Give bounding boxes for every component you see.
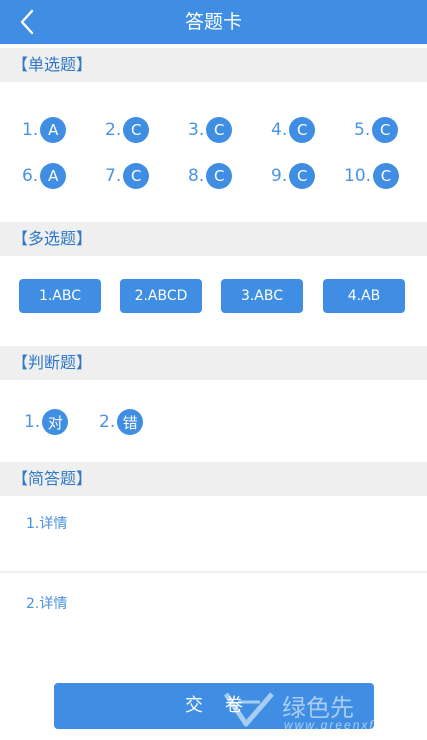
header-bar: 答题卡 xyxy=(0,0,427,44)
single-answer-1[interactable]: 1. A xyxy=(22,116,67,144)
question-number: 5. xyxy=(354,120,371,140)
question-number: 7. xyxy=(105,166,122,186)
section-single-heading: 【单选题】 xyxy=(0,48,427,82)
single-answer-8[interactable]: 8. C xyxy=(188,162,233,190)
multi-answer-3[interactable]: 3.ABC xyxy=(221,279,303,313)
section-short-heading: 【简答题】 xyxy=(0,462,427,496)
answer-badge: A xyxy=(40,117,67,143)
multi-answer-1[interactable]: 1.ABC xyxy=(19,279,101,313)
question-number: 6. xyxy=(22,166,39,186)
section-multi-heading: 【多选题】 xyxy=(0,222,427,256)
answer-badge: C xyxy=(123,117,150,143)
page-title: 答题卡 xyxy=(184,11,242,33)
answer-badge: 错 xyxy=(117,409,144,435)
single-answer-2[interactable]: 2. C xyxy=(105,116,150,144)
question-number: 4. xyxy=(271,120,288,140)
short-answer-1-link[interactable]: 1.详情 xyxy=(26,513,67,533)
answer-badge: C xyxy=(206,117,233,143)
answer-badge: C xyxy=(206,163,233,189)
single-answer-10[interactable]: 10. C xyxy=(344,162,400,190)
watermark: 绿色先 www.greenxf xyxy=(214,682,427,740)
answer-badge: C xyxy=(289,117,316,143)
single-answer-5[interactable]: 5. C xyxy=(354,116,399,144)
question-number: 9. xyxy=(271,166,288,186)
watermark-logo-icon xyxy=(224,692,274,727)
single-answer-3[interactable]: 3. C xyxy=(188,116,233,144)
answer-badge: C xyxy=(289,163,316,189)
single-answer-4[interactable]: 4. C xyxy=(271,116,316,144)
answer-badge: A xyxy=(40,163,67,189)
single-answer-7[interactable]: 7. C xyxy=(105,162,150,190)
answer-badge: C xyxy=(123,163,150,189)
answer-badge: 对 xyxy=(42,409,69,435)
question-number: 3. xyxy=(188,120,205,140)
multi-answer-2[interactable]: 2.ABCD xyxy=(120,279,202,313)
answer-badge: C xyxy=(372,117,399,143)
single-answer-6[interactable]: 6. A xyxy=(22,162,67,190)
single-answer-9[interactable]: 9. C xyxy=(271,162,316,190)
question-number: 1. xyxy=(24,412,41,432)
question-number: 2. xyxy=(105,120,122,140)
judge-answer-2[interactable]: 2. 错 xyxy=(99,408,144,436)
question-number: 10. xyxy=(344,166,372,186)
section-judge-heading: 【判断题】 xyxy=(0,346,427,380)
watermark-subtext: www.greenxf xyxy=(284,718,375,732)
divider xyxy=(0,571,427,573)
answer-badge: C xyxy=(373,163,400,189)
question-number: 1. xyxy=(22,120,39,140)
question-number: 2. xyxy=(99,412,116,432)
judge-answer-1[interactable]: 1. 对 xyxy=(24,408,69,436)
question-number: 8. xyxy=(188,166,205,186)
multi-answer-4[interactable]: 4.AB xyxy=(323,279,405,313)
short-answer-2-link[interactable]: 2.详情 xyxy=(26,593,67,613)
